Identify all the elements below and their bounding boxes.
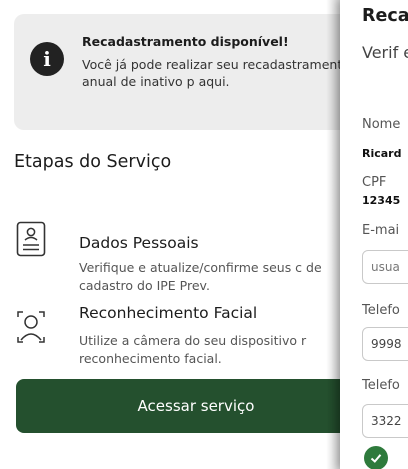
drawer-shadow bbox=[326, 0, 340, 469]
name-label: Nome bbox=[362, 117, 401, 132]
check-circle-icon[interactable] bbox=[364, 446, 388, 469]
check-icon bbox=[370, 454, 382, 463]
phone2-label: Telefo bbox=[362, 378, 400, 393]
drawer-subtitle: Verif estão bbox=[362, 43, 408, 62]
drawer-title: Reca bbox=[362, 6, 408, 26]
notice-body: Você já pode realizar seu recadastrament… bbox=[82, 57, 350, 89]
step-description-personal-data: Verifique e atualize/confirme seus c de … bbox=[79, 260, 322, 293]
face-scan-icon bbox=[17, 311, 45, 343]
id-card-icon bbox=[16, 221, 46, 257]
cpf-value: 12345 bbox=[362, 194, 401, 207]
access-service-button[interactable]: Acessar serviço bbox=[16, 379, 376, 433]
section-title: Etapas do Serviço bbox=[14, 152, 172, 172]
notice-title: Recadastramento disponível! bbox=[82, 34, 289, 49]
info-icon: i bbox=[30, 42, 64, 76]
phone-label: Telefo bbox=[362, 303, 400, 318]
cpf-label: CPF bbox=[362, 175, 387, 190]
recadastramento-drawer: Reca Verif estão Nome Ricard CPF 12345 E… bbox=[340, 0, 408, 469]
email-label: E-mai bbox=[362, 223, 400, 238]
step-title-personal-data: Dados Pessoais bbox=[79, 234, 199, 252]
email-input[interactable] bbox=[362, 250, 408, 284]
phone2-input[interactable] bbox=[362, 404, 408, 438]
phone-input[interactable] bbox=[362, 327, 408, 361]
name-value: Ricard bbox=[362, 147, 402, 160]
step-title-facial-recognition: Reconhecimento Facial bbox=[79, 304, 258, 322]
recadastramento-notice[interactable]: i Recadastramento disponível! Você já po… bbox=[14, 14, 374, 130]
step-description-facial-recognition: Utilize a câmera do seu dispositivo r re… bbox=[79, 333, 307, 366]
